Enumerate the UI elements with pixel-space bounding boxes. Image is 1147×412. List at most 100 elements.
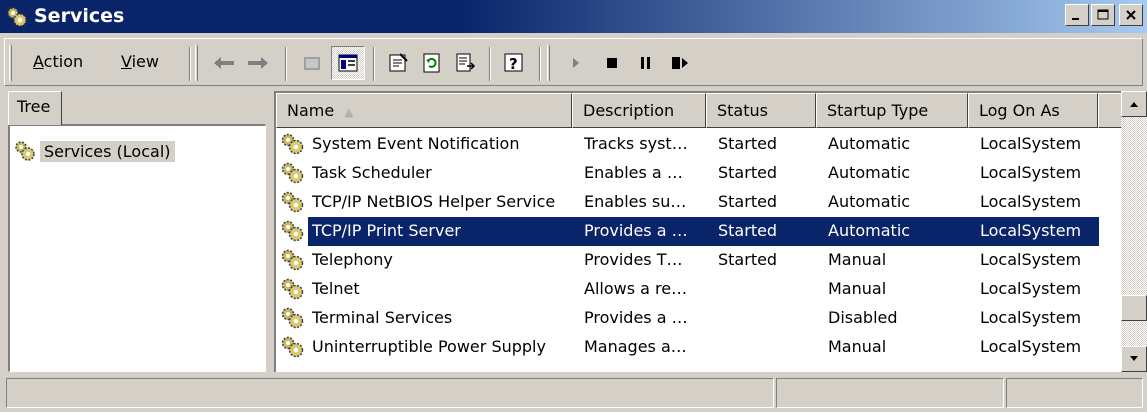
column-header-status[interactable]: Status: [706, 93, 816, 128]
cell-status: Started: [718, 250, 778, 269]
pause-service-button[interactable]: [629, 46, 663, 80]
maximize-button[interactable]: [1091, 4, 1115, 26]
window-title: Services: [34, 5, 125, 27]
stop-service-button[interactable]: [595, 46, 629, 80]
toolbar-grip[interactable]: [195, 45, 198, 81]
cell-name: Uninterruptible Power Supply: [312, 337, 546, 356]
toolbar-separator: [189, 47, 191, 81]
scroll-up-button[interactable]: [1121, 91, 1147, 117]
properties-button[interactable]: [381, 46, 415, 80]
column-header-description[interactable]: Description: [572, 93, 706, 128]
cell-logon: LocalSystem: [980, 337, 1082, 356]
menu-view-mnemonic: V: [121, 52, 132, 71]
up-level-button[interactable]: [295, 46, 329, 80]
tree-pane: Services (Local): [8, 124, 266, 372]
close-button[interactable]: [1119, 4, 1143, 26]
service-row[interactable]: Terminal Services Provides a … Disabled Loc…: [276, 304, 1102, 333]
cell-description: Enables a …: [584, 163, 683, 182]
cell-description: Enables su…: [584, 192, 687, 211]
help-button[interactable]: ?: [497, 46, 531, 80]
service-gears-icon: [281, 133, 304, 155]
column-header-startup-type[interactable]: Startup Type: [816, 93, 968, 128]
column-header-log-on-as[interactable]: Log On As: [968, 93, 1098, 128]
cell-startup: Manual: [828, 250, 887, 269]
cell-name: Task Scheduler: [312, 163, 432, 182]
service-gears-icon: [281, 162, 304, 184]
status-panel-3: [1006, 378, 1143, 408]
show-hide-tree-button[interactable]: [331, 46, 365, 80]
back-arrow-icon: [214, 57, 234, 69]
cell-status: Started: [718, 134, 778, 153]
cell-name: TCP/IP NetBIOS Helper Service: [312, 192, 556, 211]
service-row[interactable]: Task Scheduler Enables a … Started Automati…: [276, 159, 1102, 188]
service-row[interactable]: TCP/IP Print Server Provides a … Started Au…: [276, 216, 1102, 247]
cell-status: Started: [718, 192, 778, 211]
start-service-button[interactable]: [559, 46, 593, 80]
cell-startup: Manual: [828, 337, 887, 356]
service-row[interactable]: Uninterruptible Power Supply Manages a… Ma…: [276, 333, 1102, 362]
tab-tree[interactable]: Tree: [8, 91, 62, 125]
menu-action-mnemonic: A: [33, 52, 44, 71]
column-header-log-on-as-label: Log On As: [979, 101, 1060, 120]
service-row[interactable]: Telephony Provides T… Started Manual LocalSy…: [276, 246, 1102, 275]
back-button[interactable]: [207, 46, 241, 80]
scrollbar-thumb[interactable]: [1121, 295, 1147, 321]
pause-service-icon: [641, 57, 650, 69]
scroll-up-icon: [1130, 102, 1138, 107]
status-panel-main: [6, 378, 774, 408]
cell-name: System Event Notification: [312, 134, 520, 153]
toolbar: Action View ?: [0, 36, 1147, 88]
cell-logon: LocalSystem: [980, 221, 1082, 240]
export-list-button[interactable]: [449, 46, 483, 80]
cell-logon: LocalSystem: [980, 192, 1082, 211]
tree-item-services-local[interactable]: Services (Local): [14, 140, 175, 162]
service-row[interactable]: Telnet Allows a re… Manual LocalSystem: [276, 275, 1102, 304]
restart-service-icon: [672, 57, 688, 69]
toolbar-separator: [373, 47, 375, 81]
start-service-icon: [573, 58, 579, 68]
cell-status: Started: [718, 163, 778, 182]
cell-startup: Automatic: [828, 221, 911, 240]
refresh-button[interactable]: [415, 46, 449, 80]
cell-logon: LocalSystem: [980, 163, 1082, 182]
vertical-scrollbar[interactable]: [1121, 91, 1147, 372]
title-bar[interactable]: Services: [0, 0, 1147, 33]
toolbar-grip[interactable]: [547, 45, 550, 81]
service-row[interactable]: TCP/IP NetBIOS Helper Service Enables su……: [276, 188, 1102, 217]
restart-service-button[interactable]: [663, 46, 697, 80]
cell-description: Tracks syst…: [584, 134, 688, 153]
cell-startup: Automatic: [828, 192, 911, 211]
svg-text:?: ?: [509, 55, 518, 73]
cell-startup: Automatic: [828, 134, 911, 153]
service-gears-icon: [281, 307, 304, 329]
cell-description: Provides T…: [584, 250, 683, 269]
service-gears-icon: [281, 249, 304, 271]
column-header-name[interactable]: Name ▲: [276, 93, 572, 128]
cell-description: Manages a…: [584, 337, 687, 356]
menu-action[interactable]: Action: [33, 52, 83, 71]
forward-button[interactable]: [241, 46, 275, 80]
help-icon: ?: [504, 53, 523, 73]
service-gears-icon: [281, 220, 304, 242]
scroll-down-button[interactable]: [1121, 346, 1147, 372]
cell-logon: LocalSystem: [980, 134, 1082, 153]
properties-icon: [389, 53, 408, 72]
service-row[interactable]: System Event Notification Tracks syst… Sta…: [276, 130, 1102, 159]
column-header-description-label: Description: [583, 101, 675, 120]
menu-grip[interactable]: [9, 45, 12, 81]
minimize-button[interactable]: [1065, 4, 1089, 26]
menu-view-rest: iew: [131, 52, 159, 71]
minimize-icon: [1072, 18, 1079, 20]
forward-arrow-icon: [248, 57, 268, 69]
tab-tree-label: Tree: [17, 97, 51, 116]
menu-view[interactable]: View: [121, 52, 159, 71]
stop-service-icon: [607, 58, 617, 68]
service-gears-icon: [281, 336, 304, 358]
column-header-startup-type-label: Startup Type: [827, 101, 929, 120]
scroll-down-icon: [1130, 356, 1138, 361]
cell-startup: Disabled: [828, 308, 898, 327]
cell-startup: Automatic: [828, 163, 911, 182]
service-gears-icon: [281, 191, 304, 213]
menu-action-rest: ction: [43, 52, 84, 71]
services-gears-icon: [15, 141, 35, 161]
